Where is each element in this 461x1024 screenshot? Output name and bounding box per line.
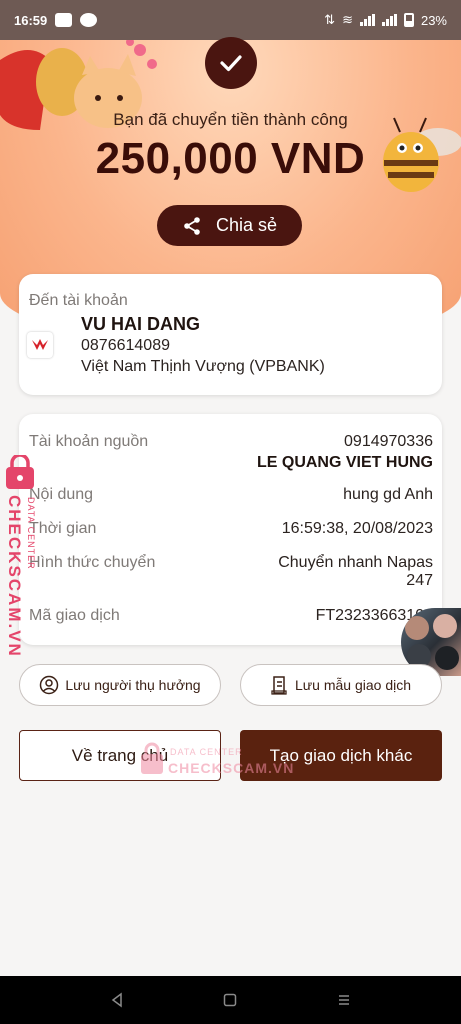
side-watermark: CHECKSCAM.VN DATA CENTER — [4, 455, 44, 658]
recipient-bank: Việt Nam Thịnh Vượng (VPBANK) — [81, 358, 325, 375]
transaction-id-row: Mã giao dịch FT23233663100 — [29, 607, 433, 625]
vpbank-logo-icon — [27, 332, 53, 358]
method-row: Hình thức chuyển Chuyển nhanh Napas 247 — [29, 554, 433, 590]
lock-watermark-icon — [6, 455, 34, 489]
source-name-row: LE QUANG VIET HUNG — [29, 454, 433, 472]
source-label: Tài khoản nguồn — [29, 433, 149, 450]
save-template-button[interactable]: Lưu mẫu giao dịch — [240, 664, 442, 706]
home-nav-icon[interactable] — [222, 992, 238, 1008]
share-button[interactable]: Chia sẻ — [157, 205, 302, 246]
content-value: hung gd Anh — [343, 486, 433, 503]
method-value-line1: Chuyển nhanh Napas — [278, 554, 433, 571]
wifi-icon: ≋ — [342, 12, 353, 27]
save-beneficiary-label: Lưu người thụ hưởng — [65, 677, 201, 693]
source-account-row: Tài khoản nguồn 0914970336 — [29, 433, 433, 451]
transfer-amount: 250,000 VND — [95, 134, 366, 183]
watermark-brand-vertical: CHECKSCAM.VN — [5, 495, 24, 658]
watermark-sub-vertical: DATA CENTER — [26, 497, 36, 570]
content-row: Nội dung hung gd Anh — [29, 486, 433, 504]
lock-watermark-icon-center — [141, 742, 163, 774]
save-beneficiary-button[interactable]: Lưu người thụ hưởng — [19, 664, 221, 706]
share-label: Chia sẻ — [215, 215, 278, 235]
system-nav-bar — [0, 976, 461, 1024]
signal-icon — [359, 14, 375, 26]
status-bar: 16:59 ⇅ ≋ 23% — [0, 0, 461, 40]
recipient-label: Đến tài khoản — [29, 292, 128, 309]
user-icon — [40, 675, 59, 695]
method-value-line2: 247 — [406, 572, 433, 589]
source-name: LE QUANG VIET HUNG — [256, 454, 433, 471]
signal-icon-2 — [381, 14, 397, 26]
document-icon — [271, 676, 287, 695]
vibrate-icon: ⇅ — [324, 12, 336, 27]
success-message: Bạn đã chuyển tiền thành công — [113, 110, 348, 129]
recipient-account: 0876614089 — [81, 337, 170, 354]
battery-icon — [403, 13, 414, 27]
save-template-label: Lưu mẫu giao dịch — [295, 677, 411, 693]
method-label: Hình thức chuyển — [29, 554, 156, 571]
status-time: 16:59 — [14, 12, 48, 28]
recents-icon[interactable] — [336, 992, 352, 1008]
time-value: 16:59:38, 20/08/2023 — [281, 520, 433, 537]
success-check-icon — [205, 37, 257, 89]
watermark-sub: DATA CENTER — [170, 747, 243, 757]
battery-percent: 23% — [420, 12, 447, 28]
transaction-details-card: Tài khoản nguồn 0914970336 LE QUANG VIET… — [19, 414, 442, 645]
recipient-name: VU HAI DANG — [81, 314, 201, 334]
youtube-icon — [55, 13, 73, 27]
center-watermark: DATA CENTER CHECKSCAM.VN — [140, 742, 310, 782]
time-row: Thời gian 16:59:38, 20/08/2023 — [29, 520, 433, 538]
watermark-brand: CHECKSCAM.VN — [168, 760, 295, 776]
share-icon — [184, 216, 200, 235]
status-indicators: ⇅ ≋ 23% — [324, 12, 447, 28]
source-account: 0914970336 — [344, 433, 433, 450]
recipient-card: Đến tài khoản VU HAI DANG 0876614089 Việ… — [19, 274, 442, 395]
back-icon[interactable] — [109, 992, 125, 1008]
messenger-icon — [80, 13, 98, 27]
method-value: Chuyển nhanh Napas 247 — [278, 554, 433, 590]
